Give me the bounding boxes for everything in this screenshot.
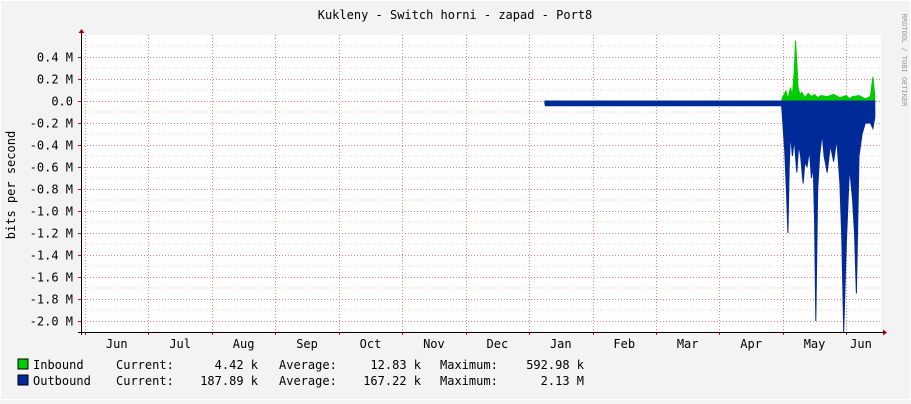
x-tick-label: Jul — [169, 337, 191, 351]
x-tick-label: Dec — [487, 337, 509, 351]
x-tick-label: Jan — [550, 337, 572, 351]
legend-swatch-outbound — [17, 374, 29, 386]
y-tick-label: -0.4 M — [30, 139, 73, 153]
y-tick-label: -0.6 M — [30, 161, 73, 175]
legend-series-name: Outbound — [33, 374, 91, 388]
chart-svg: Kukleny - Switch horni - zapad - Port8 b… — [0, 0, 911, 400]
y-tick-label: -0.8 M — [30, 183, 73, 197]
legend-maximum-value: 2.13 M — [541, 374, 584, 388]
y-tick-label: 0.2 M — [37, 73, 73, 87]
y-tick-label: -1.6 M — [30, 271, 73, 285]
legend-average-value: 12.83 k — [370, 358, 421, 372]
y-axis-label: bits per second — [4, 131, 18, 239]
y-tick-label: -1.0 M — [30, 205, 73, 219]
traffic-chart: Kukleny - Switch horni - zapad - Port8 b… — [0, 0, 911, 400]
y-tick-label: -0.2 M — [30, 117, 73, 131]
legend-maximum-value: 592.98 k — [526, 358, 585, 372]
y-tick-label: -1.8 M — [30, 293, 73, 307]
x-tick-label: Nov — [423, 337, 445, 351]
legend-average-label: Average: — [279, 358, 337, 372]
y-tick-label: 0.0 — [51, 95, 73, 109]
x-tick-label: Sep — [296, 337, 318, 351]
legend-swatch-inbound — [17, 358, 29, 370]
y-tick-label: -2.0 M — [30, 315, 73, 329]
legend-maximum-label: Maximum: — [440, 358, 498, 372]
x-tick-label: Feb — [613, 337, 635, 351]
x-tick-label: Oct — [360, 337, 382, 351]
legend-average-value: 167.22 k — [363, 374, 422, 388]
x-tick-label: Mar — [677, 337, 699, 351]
legend-current-value: 4.42 k — [215, 358, 259, 372]
legend-current-value: 187.89 k — [200, 374, 259, 388]
y-tick-label: -1.4 M — [30, 249, 73, 263]
rrdtool-watermark: RRDTOOL / TOBI OETIKER — [900, 14, 908, 108]
legend-current-label: Current: — [116, 374, 174, 388]
legend-series-name: Inbound — [33, 358, 84, 372]
x-tick-label: Aug — [233, 337, 255, 351]
legend-current-label: Current: — [116, 358, 174, 372]
y-tick-label: -1.2 M — [30, 227, 73, 241]
x-tick-label: May — [804, 337, 826, 351]
y-tick-label: 0.4 M — [37, 51, 73, 65]
x-tick-label: Jun — [850, 337, 872, 351]
legend-average-label: Average: — [279, 374, 337, 388]
x-tick-label: Apr — [740, 337, 762, 351]
legend-maximum-label: Maximum: — [440, 374, 498, 388]
x-tick-label: Jun — [106, 337, 128, 351]
chart-title: Kukleny - Switch horni - zapad - Port8 — [318, 8, 593, 22]
